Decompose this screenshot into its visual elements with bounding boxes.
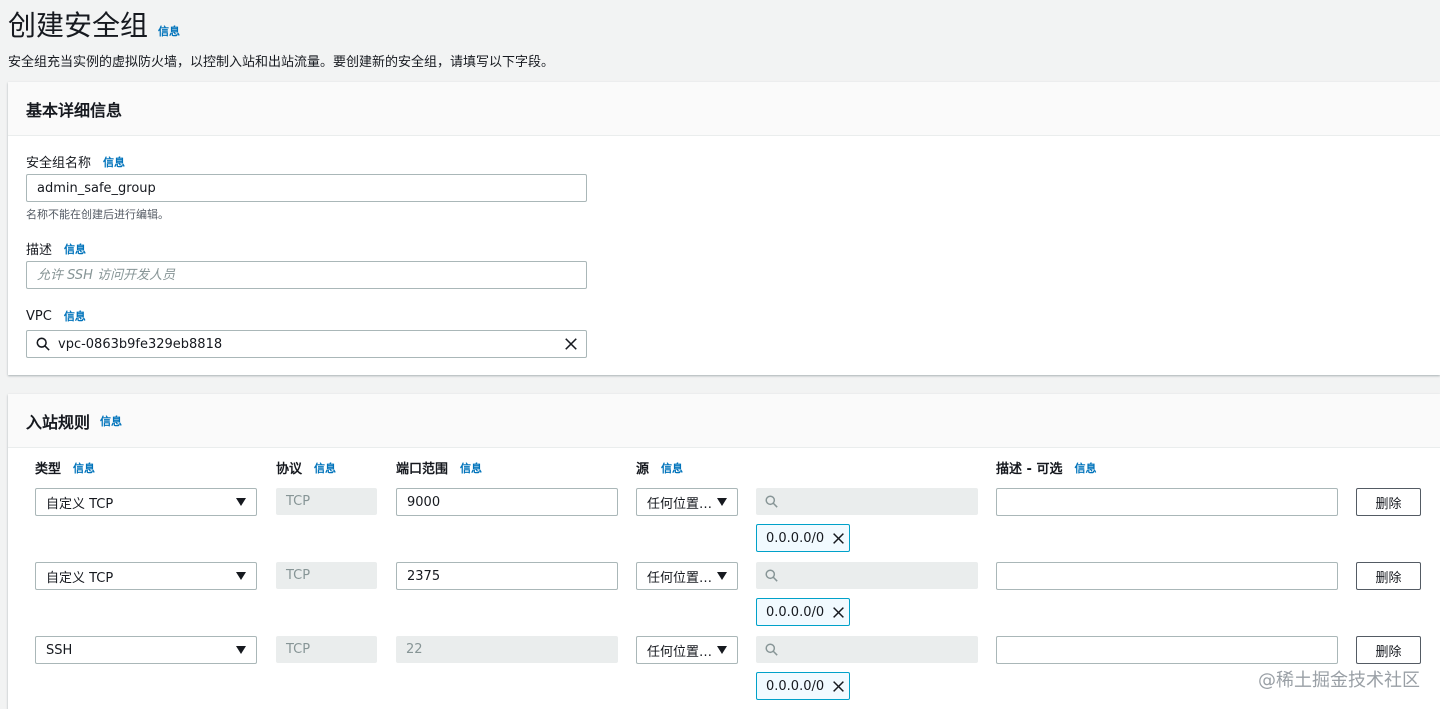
search-icon bbox=[765, 569, 778, 582]
col-protocol-label: 协议 bbox=[276, 462, 303, 477]
rule-port-input[interactable] bbox=[396, 562, 618, 590]
vpc-label-text: VPC bbox=[26, 308, 52, 324]
cidr-token: 0.0.0.0/0 bbox=[756, 672, 850, 700]
description-info-link[interactable]: 信息 bbox=[64, 241, 86, 257]
inbound-rules-info-link[interactable]: 信息 bbox=[100, 413, 122, 429]
rule-cidr-search[interactable] bbox=[756, 562, 978, 589]
col-protocol: 协议 信息 bbox=[276, 458, 336, 478]
watermark: @稀土掘金技术社区 bbox=[1258, 670, 1420, 691]
rule-port-readonly: 22 bbox=[396, 636, 618, 663]
delete-rule-button[interactable]: 删除 bbox=[1356, 562, 1421, 590]
close-icon[interactable] bbox=[832, 680, 845, 693]
rule-cidr-search[interactable] bbox=[756, 488, 978, 515]
rule-type-select[interactable]: 自定义 TCP bbox=[35, 562, 257, 590]
inbound-rules-header: 入站规则 信息 bbox=[8, 394, 1440, 448]
rule-source-value: 任何位置… bbox=[647, 496, 713, 512]
col-source-label: 源 bbox=[636, 462, 650, 477]
col-description-info[interactable]: 信息 bbox=[1074, 460, 1096, 476]
vpc-info-link[interactable]: 信息 bbox=[64, 308, 86, 324]
rule-source-select[interactable]: 任何位置… bbox=[636, 562, 738, 590]
rule-description-input[interactable] bbox=[996, 636, 1338, 664]
close-icon[interactable] bbox=[832, 606, 845, 619]
description-label-text: 描述 bbox=[26, 243, 53, 258]
col-source: 源 信息 bbox=[636, 458, 683, 478]
caret-down-icon bbox=[717, 646, 727, 654]
rule-description-input[interactable] bbox=[996, 562, 1338, 590]
rule-type-value: SSH bbox=[46, 642, 73, 658]
vpc-select[interactable]: vpc-0863b9fe329eb8818 bbox=[26, 330, 587, 358]
search-icon bbox=[36, 337, 50, 351]
delete-rule-button[interactable]: 删除 bbox=[1356, 636, 1421, 664]
rule-source-value: 任何位置… bbox=[647, 644, 713, 660]
name-label-text: 安全组名称 bbox=[26, 156, 92, 171]
col-type-label: 类型 bbox=[35, 462, 62, 477]
cidr-token: 0.0.0.0/0 bbox=[756, 598, 850, 626]
vpc-label: VPC 信息 bbox=[26, 308, 86, 324]
caret-down-icon bbox=[236, 572, 246, 580]
page-title-text: 创建安全组 bbox=[8, 9, 149, 42]
col-port: 端口范围 信息 bbox=[396, 458, 482, 478]
description-label: 描述 信息 bbox=[26, 239, 86, 259]
rule-source-select[interactable]: 任何位置… bbox=[636, 488, 738, 516]
name-hint: 名称不能在创建后进行编辑。 bbox=[26, 208, 169, 221]
rule-port-input[interactable] bbox=[396, 488, 618, 516]
rule-description-input[interactable] bbox=[996, 488, 1338, 516]
cidr-token-value: 0.0.0.0/0 bbox=[766, 604, 825, 620]
cidr-token-value: 0.0.0.0/0 bbox=[766, 678, 825, 694]
rule-source-value: 任何位置… bbox=[647, 570, 713, 586]
page-description: 安全组充当实例的虚拟防火墙，以控制入站和出站流量。要创建新的安全组，请填写以下字… bbox=[8, 55, 555, 70]
rule-type-value: 自定义 TCP bbox=[46, 570, 114, 586]
cidr-token: 0.0.0.0/0 bbox=[756, 524, 850, 552]
page-title-info-link[interactable]: 信息 bbox=[158, 23, 180, 39]
description-input[interactable] bbox=[26, 261, 587, 289]
col-protocol-info[interactable]: 信息 bbox=[314, 460, 336, 476]
delete-rule-button[interactable]: 删除 bbox=[1356, 488, 1421, 516]
rule-type-value: 自定义 TCP bbox=[46, 496, 114, 512]
col-description-label: 描述 - 可选 bbox=[996, 462, 1063, 477]
security-group-name-input[interactable] bbox=[26, 174, 587, 202]
basic-details-title: 基本详细信息 bbox=[26, 100, 123, 120]
rule-protocol: TCP bbox=[276, 488, 377, 515]
close-icon[interactable] bbox=[832, 532, 845, 545]
rule-protocol: TCP bbox=[276, 562, 377, 589]
rule-type-select[interactable]: 自定义 TCP bbox=[35, 488, 257, 516]
close-icon[interactable] bbox=[564, 337, 578, 351]
search-icon bbox=[765, 643, 778, 656]
caret-down-icon bbox=[236, 646, 246, 654]
page-title: 创建安全组 信息 bbox=[8, 4, 180, 44]
col-description: 描述 - 可选 信息 bbox=[996, 458, 1096, 478]
rule-cidr-search[interactable] bbox=[756, 636, 978, 663]
search-icon bbox=[765, 495, 778, 508]
caret-down-icon bbox=[236, 498, 246, 506]
rule-type-select[interactable]: SSH bbox=[35, 636, 257, 664]
col-source-info[interactable]: 信息 bbox=[661, 460, 683, 476]
caret-down-icon bbox=[717, 498, 727, 506]
col-port-info[interactable]: 信息 bbox=[460, 460, 482, 476]
basic-details-panel: 基本详细信息 安全组名称 信息 名称不能在创建后进行编辑。 描述 信息 VPC … bbox=[8, 82, 1440, 375]
rule-source-select[interactable]: 任何位置… bbox=[636, 636, 738, 664]
basic-details-header: 基本详细信息 bbox=[8, 82, 1440, 136]
rule-protocol: TCP bbox=[276, 636, 377, 663]
inbound-rules-title: 入站规则 bbox=[26, 412, 91, 432]
col-type: 类型 信息 bbox=[35, 458, 95, 478]
col-type-info[interactable]: 信息 bbox=[73, 460, 95, 476]
caret-down-icon bbox=[717, 572, 727, 580]
name-info-link[interactable]: 信息 bbox=[103, 154, 125, 170]
vpc-value: vpc-0863b9fe329eb8818 bbox=[58, 336, 223, 352]
name-label: 安全组名称 信息 bbox=[26, 152, 125, 172]
col-port-label: 端口范围 bbox=[396, 462, 449, 477]
cidr-token-value: 0.0.0.0/0 bbox=[766, 530, 825, 546]
